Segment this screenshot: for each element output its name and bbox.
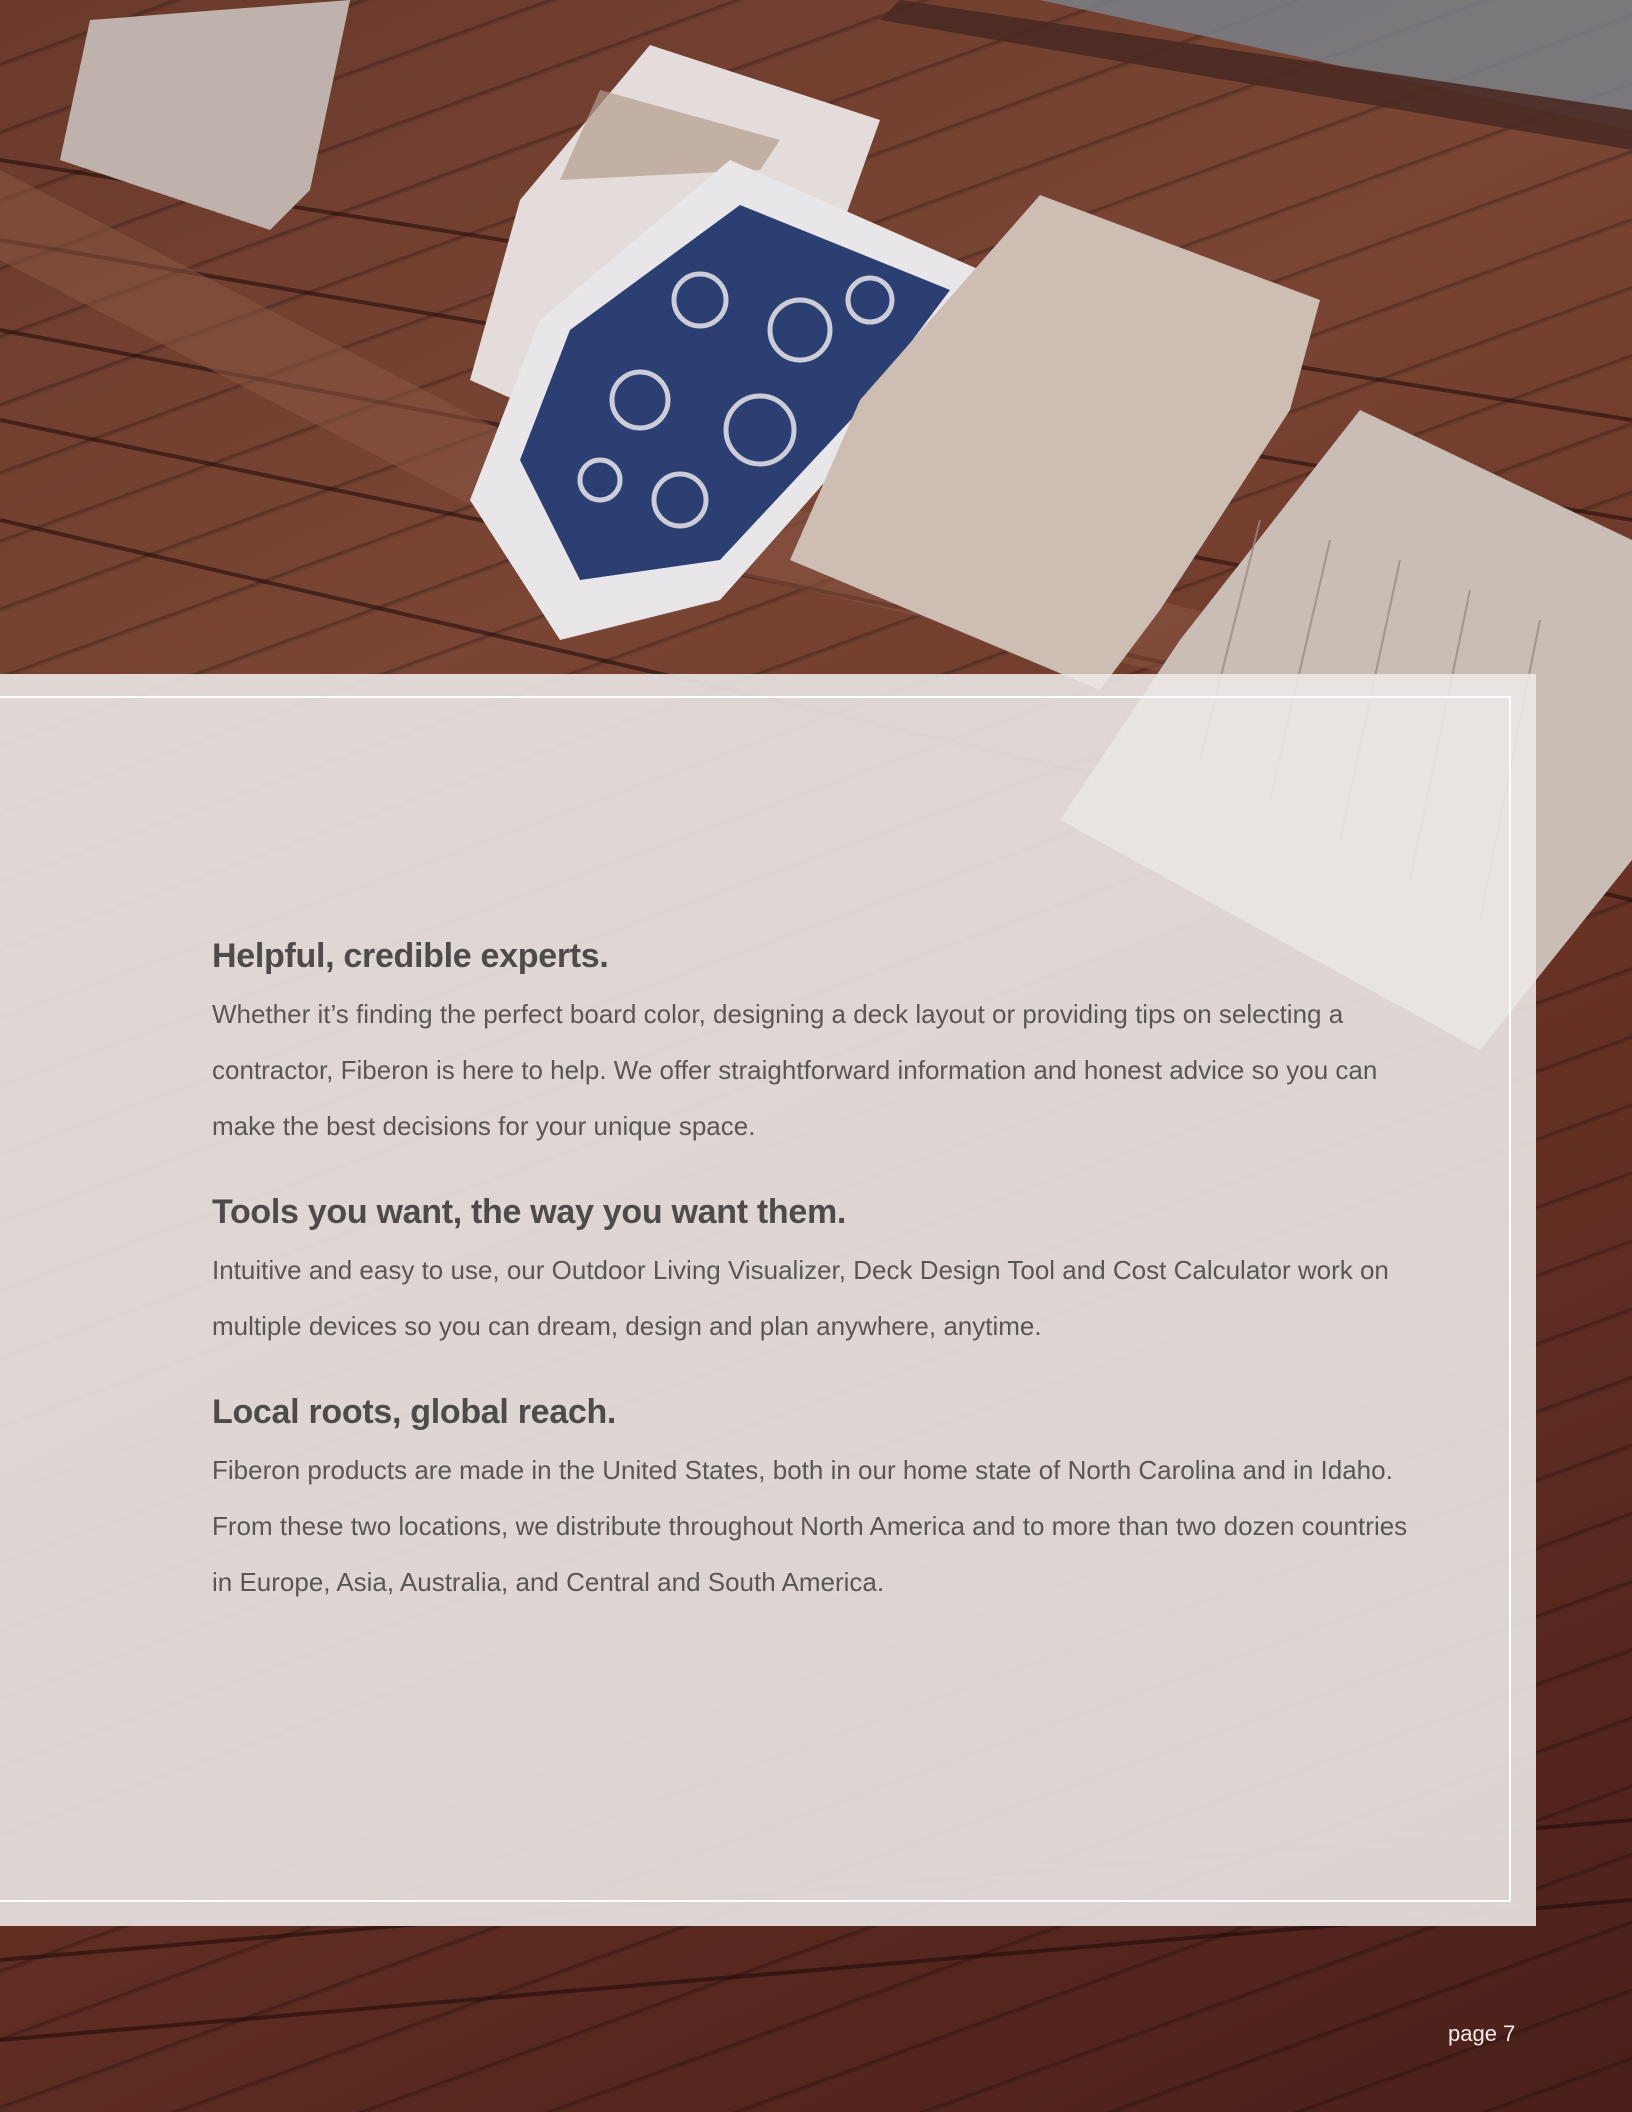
page-number: page 7 <box>1448 2021 1516 2046</box>
section-tools: Tools you want, the way you want them. I… <box>212 1190 1432 1354</box>
section-heading: Tools you want, the way you want them. <box>212 1193 847 1231</box>
section-body: Intuitive and easy to use, our Outdoor L… <box>212 1255 1389 1341</box>
section-body: Fiberon products are made in the United … <box>212 1455 1408 1597</box>
section-heading: Helpful, credible experts. <box>212 937 609 975</box>
section-heading: Local roots, global reach. <box>212 1393 617 1431</box>
content-panel: Helpful, credible experts. Whether it’s … <box>0 674 1536 1926</box>
section-helpful-experts: Helpful, credible experts. Whether it’s … <box>212 934 1432 1154</box>
section-body: Whether it’s finding the perfect board c… <box>212 999 1378 1141</box>
section-local-roots: Local roots, global reach. Fiberon produ… <box>212 1390 1432 1610</box>
content-column: Helpful, credible experts. Whether it’s … <box>212 934 1432 1610</box>
